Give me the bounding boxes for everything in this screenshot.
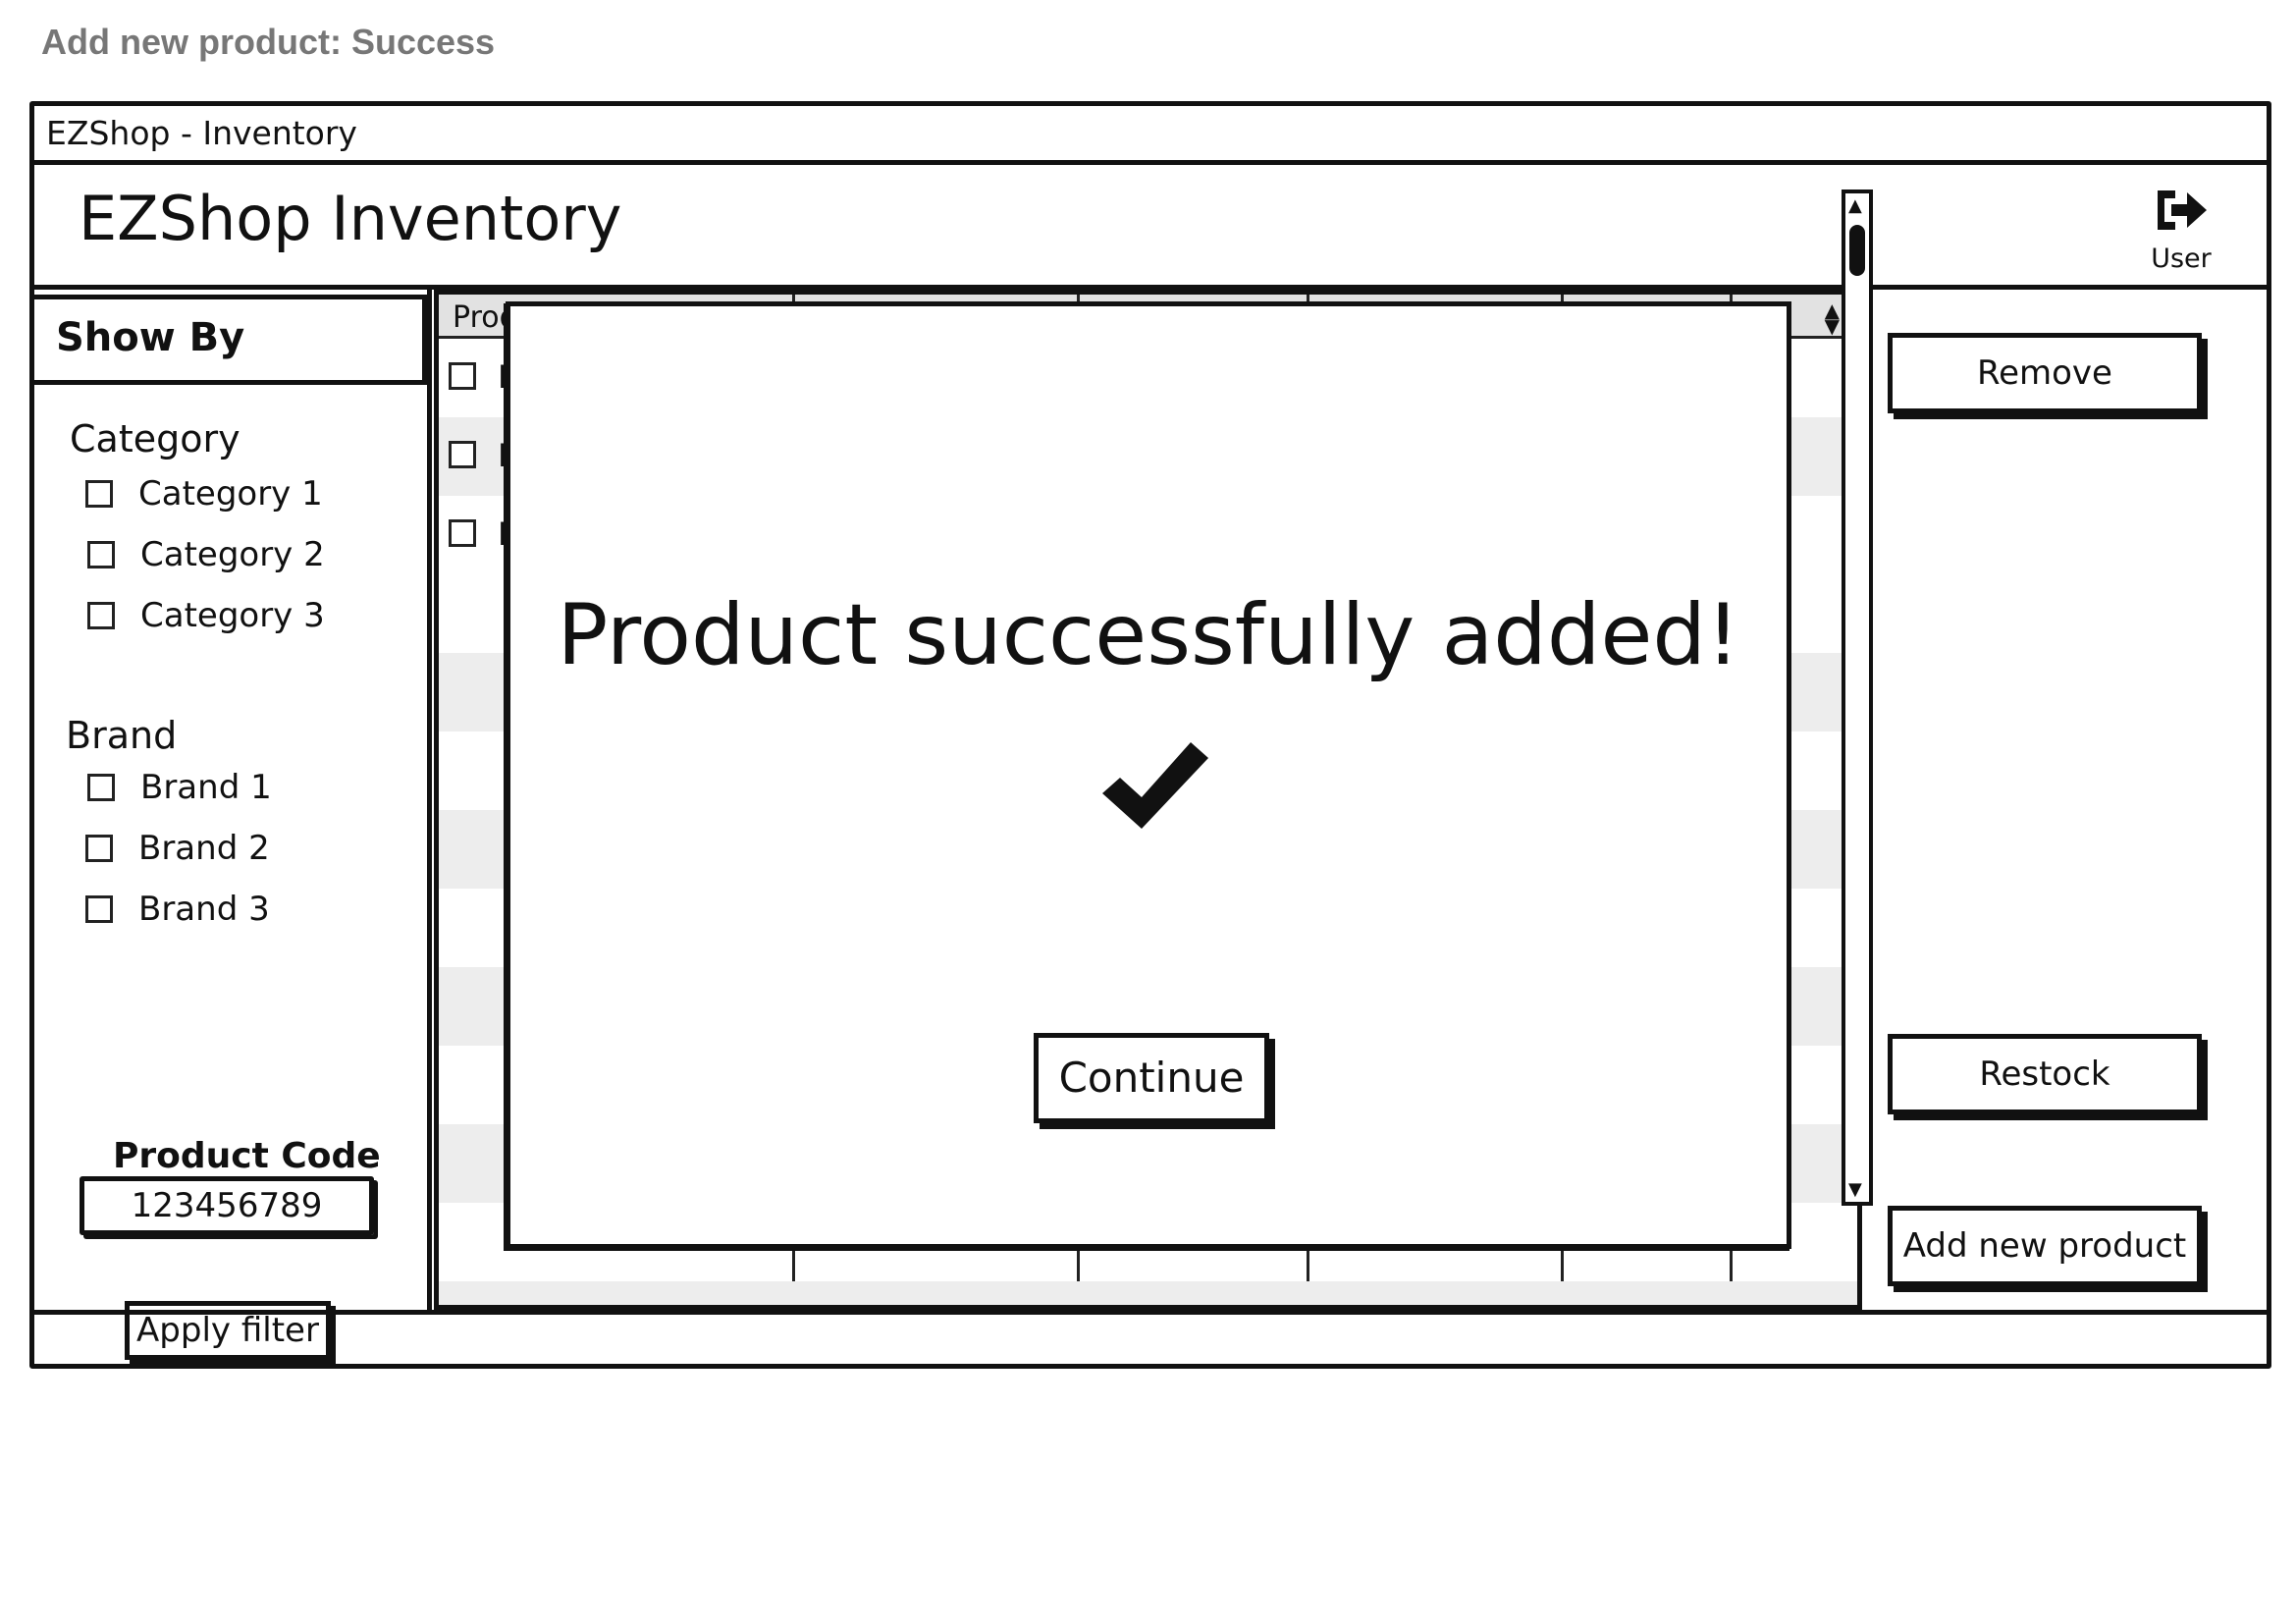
category-option[interactable]: Category 1 [85, 474, 323, 514]
row-checkbox[interactable] [449, 362, 476, 390]
brand-option-label: Brand 2 [138, 829, 270, 868]
continue-button[interactable]: Continue [1034, 1033, 1269, 1123]
window-titlebar: EZShop - Inventory [34, 106, 2267, 165]
category-heading: Category [70, 417, 240, 460]
scroll-up-icon[interactable]: ▲ [1848, 195, 1862, 216]
category-option-label: Category 1 [138, 474, 323, 514]
checkbox[interactable] [87, 602, 115, 629]
category-option[interactable]: Category 2 [87, 535, 325, 574]
sort-icon[interactable]: ▲ ▼ [1825, 300, 1840, 336]
user-menu[interactable]: User [2137, 183, 2225, 274]
checkbox[interactable] [85, 835, 113, 862]
row-checkbox[interactable] [449, 441, 476, 468]
filter-sidebar: Show By Category Category 1 Category 2 C… [34, 290, 432, 1360]
table-scrollbar[interactable]: ▲ ▼ [1842, 189, 1873, 1206]
app-title: EZShop Inventory [79, 183, 622, 254]
table-row [439, 1281, 1857, 1305]
checkmark-icon [1102, 742, 1208, 829]
show-by-heading: Show By [34, 295, 427, 385]
brand-option-label: Brand 1 [140, 768, 272, 807]
restock-button[interactable]: Restock [1888, 1034, 2202, 1114]
brand-option[interactable]: Brand 2 [85, 829, 270, 868]
scroll-thumb[interactable] [1849, 225, 1865, 276]
row-checkbox[interactable] [449, 519, 476, 547]
category-option-label: Category 3 [140, 596, 325, 635]
success-dialog: Product successfully added! Continue [506, 301, 1791, 1249]
brand-option[interactable]: Brand 1 [87, 768, 272, 807]
category-option-label: Category 2 [140, 535, 325, 574]
checkbox[interactable] [85, 480, 113, 508]
add-new-product-button[interactable]: Add new product [1888, 1206, 2202, 1286]
brand-heading: Brand [66, 714, 178, 757]
product-code-label: Product Code [113, 1136, 381, 1176]
checkbox[interactable] [87, 774, 115, 801]
user-label: User [2151, 244, 2212, 274]
category-option[interactable]: Category 3 [87, 596, 325, 635]
status-bar [34, 1310, 2267, 1315]
remove-button[interactable]: Remove [1888, 333, 2202, 413]
brand-option-label: Brand 3 [138, 890, 270, 929]
success-message: Product successfully added! [557, 586, 1740, 684]
brand-option[interactable]: Brand 3 [85, 890, 270, 929]
checkbox[interactable] [85, 895, 113, 923]
checkbox[interactable] [87, 541, 115, 568]
sign-out-icon[interactable] [2152, 190, 2211, 242]
app-header: EZShop Inventory User [34, 165, 2267, 290]
scroll-down-icon[interactable]: ▼ [1848, 1179, 1862, 1200]
product-code-input[interactable]: 123456789 [80, 1176, 374, 1235]
page-caption: Add new product: Success [41, 22, 496, 62]
